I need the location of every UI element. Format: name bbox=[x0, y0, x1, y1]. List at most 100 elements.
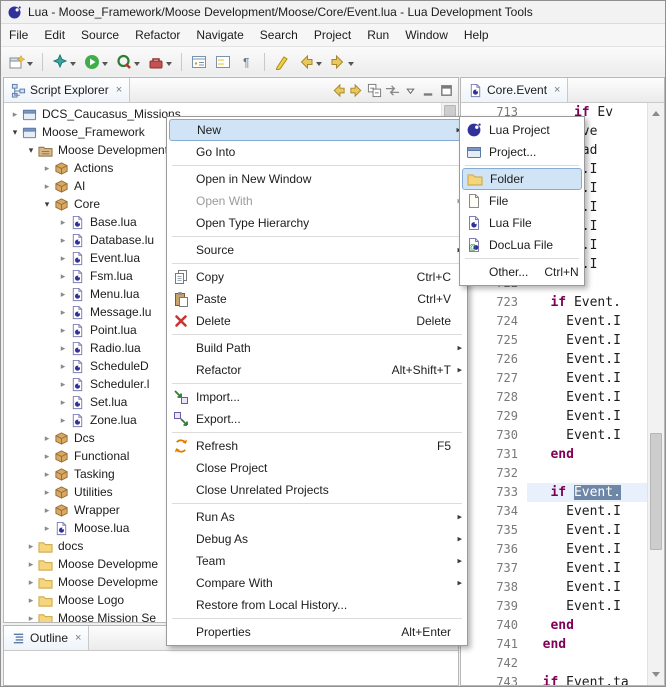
menu-item-compare-with[interactable]: Compare With▸ bbox=[169, 572, 465, 594]
view-menu-button[interactable] bbox=[402, 82, 419, 99]
menu-run[interactable]: Run bbox=[359, 25, 397, 45]
scroll-up-icon[interactable] bbox=[652, 107, 660, 116]
menu-item-go-into[interactable]: Go Into bbox=[169, 141, 465, 163]
expand-arrow-icon[interactable]: ▸ bbox=[40, 469, 54, 480]
menu-item-build-path[interactable]: Build Path▸ bbox=[169, 337, 465, 359]
expand-arrow-icon[interactable]: ▸ bbox=[40, 181, 54, 192]
expand-arrow-icon[interactable]: ▸ bbox=[24, 577, 38, 588]
menu-source[interactable]: Source bbox=[73, 25, 127, 45]
menu-item-open-type-hierarchy[interactable]: Open Type Hierarchy bbox=[169, 212, 465, 234]
expand-arrow-icon[interactable]: ▸ bbox=[40, 433, 54, 444]
expand-arrow-icon[interactable]: ▾ bbox=[8, 127, 22, 138]
expand-arrow-icon[interactable]: ▸ bbox=[24, 559, 38, 570]
tree-item-label: Moose.lua bbox=[74, 521, 129, 535]
scrollbar-thumb[interactable] bbox=[650, 433, 662, 550]
back-arrow-button[interactable] bbox=[330, 82, 347, 99]
menu-search[interactable]: Search bbox=[252, 25, 306, 45]
tab-outline[interactable]: Outline × bbox=[4, 626, 89, 650]
expand-arrow-icon[interactable]: ▸ bbox=[40, 163, 54, 174]
expand-arrow-icon[interactable]: ▸ bbox=[56, 235, 70, 246]
close-icon[interactable]: × bbox=[75, 632, 81, 644]
menu-item-close-project[interactable]: Close Project bbox=[169, 457, 465, 479]
menu-item-export[interactable]: Export... bbox=[169, 408, 465, 430]
expand-arrow-icon[interactable]: ▸ bbox=[56, 271, 70, 282]
menu-item-delete[interactable]: DeleteDelete bbox=[169, 310, 465, 332]
menu-edit[interactable]: Edit bbox=[36, 25, 73, 45]
open-element-button[interactable] bbox=[188, 51, 210, 73]
expand-arrow-icon[interactable]: ▸ bbox=[56, 217, 70, 228]
run-button[interactable] bbox=[81, 51, 111, 73]
menu-item-source[interactable]: Source▸ bbox=[169, 239, 465, 261]
back-button[interactable] bbox=[295, 51, 325, 73]
menu-refactor[interactable]: Refactor bbox=[127, 25, 188, 45]
menu-separator bbox=[172, 236, 462, 237]
menu-item-lua-project[interactable]: Lua Project bbox=[462, 119, 582, 141]
menu-item-run-as[interactable]: Run As▸ bbox=[169, 506, 465, 528]
forward-button[interactable] bbox=[327, 51, 357, 73]
menu-item-new[interactable]: New▸ bbox=[169, 119, 465, 141]
tab-script-explorer[interactable]: Script Explorer × bbox=[4, 78, 130, 102]
scroll-down-icon[interactable] bbox=[652, 672, 660, 681]
expand-arrow-icon[interactable]: ▾ bbox=[40, 199, 54, 210]
menu-item-debug-as[interactable]: Debug As▸ bbox=[169, 528, 465, 550]
menu-help[interactable]: Help bbox=[456, 25, 497, 45]
expand-arrow-icon[interactable]: ▸ bbox=[56, 325, 70, 336]
menu-item-import[interactable]: Import... bbox=[169, 386, 465, 408]
expand-arrow-icon[interactable]: ▸ bbox=[40, 505, 54, 516]
expand-arrow-icon[interactable]: ▸ bbox=[40, 451, 54, 462]
menu-item-open-in-new-window[interactable]: Open in New Window bbox=[169, 168, 465, 190]
menu-file[interactable]: File bbox=[1, 25, 36, 45]
link-with-editor-button[interactable] bbox=[384, 82, 401, 99]
expand-arrow-icon[interactable]: ▸ bbox=[56, 415, 70, 426]
editor-scrollbar[interactable] bbox=[647, 103, 664, 685]
tab-core-event[interactable]: Core.Event × bbox=[461, 78, 568, 102]
menu-item-other[interactable]: Other...Ctrl+N bbox=[462, 261, 582, 283]
close-icon[interactable]: × bbox=[554, 84, 560, 96]
expand-arrow-icon[interactable]: ▸ bbox=[56, 307, 70, 318]
expand-arrow-icon[interactable]: ▸ bbox=[24, 541, 38, 552]
menu-item-folder[interactable]: Folder bbox=[462, 168, 582, 190]
forward-arrow-button[interactable] bbox=[348, 82, 365, 99]
menu-item-team[interactable]: Team▸ bbox=[169, 550, 465, 572]
debug-button[interactable] bbox=[49, 51, 79, 73]
minimize-button[interactable] bbox=[420, 82, 437, 99]
last-edit-location-button[interactable] bbox=[271, 51, 293, 73]
external-tools-button[interactable] bbox=[145, 51, 175, 73]
expand-arrow-icon[interactable]: ▸ bbox=[56, 289, 70, 300]
menu-item-close-unrelated-projects[interactable]: Close Unrelated Projects bbox=[169, 479, 465, 501]
menu-item-properties[interactable]: PropertiesAlt+Enter bbox=[169, 621, 465, 643]
menu-item-doclua-file[interactable]: @DocLua File bbox=[462, 234, 582, 256]
menu-item-file[interactable]: File bbox=[462, 190, 582, 212]
show-whitespace-button[interactable]: ¶ bbox=[236, 51, 258, 73]
menu-item-lua-file[interactable]: Lua File bbox=[462, 212, 582, 234]
menu-item-copy[interactable]: CopyCtrl+C bbox=[169, 266, 465, 288]
expand-arrow-icon[interactable]: ▸ bbox=[24, 613, 38, 623]
title-bar: Lua - Moose_Framework/Moose Development/… bbox=[1, 1, 665, 24]
expand-arrow-icon[interactable]: ▸ bbox=[56, 343, 70, 354]
collapse-all-button[interactable] bbox=[366, 82, 383, 99]
expand-arrow-icon[interactable]: ▸ bbox=[56, 253, 70, 264]
expand-arrow-icon[interactable]: ▸ bbox=[56, 361, 70, 372]
expand-arrow-icon[interactable]: ▸ bbox=[24, 595, 38, 606]
toggle-mark-occurrences-button[interactable] bbox=[212, 51, 234, 73]
close-icon[interactable]: × bbox=[116, 84, 122, 96]
coverage-button[interactable] bbox=[113, 51, 143, 73]
menu-project[interactable]: Project bbox=[306, 25, 359, 45]
expand-arrow-icon[interactable]: ▾ bbox=[24, 145, 38, 156]
expand-arrow-icon[interactable]: ▸ bbox=[56, 397, 70, 408]
submenu-arrow-icon: ▸ bbox=[457, 578, 462, 589]
expand-arrow-icon[interactable]: ▸ bbox=[40, 487, 54, 498]
expand-arrow-icon[interactable]: ▸ bbox=[56, 379, 70, 390]
menu-navigate[interactable]: Navigate bbox=[188, 25, 251, 45]
menu-item-refactor[interactable]: RefactorAlt+Shift+T▸ bbox=[169, 359, 465, 381]
menu-item-project[interactable]: Project... bbox=[462, 141, 582, 163]
menu-item-refresh[interactable]: RefreshF5 bbox=[169, 435, 465, 457]
menu-item-paste[interactable]: PasteCtrl+V bbox=[169, 288, 465, 310]
expand-arrow-icon[interactable]: ▸ bbox=[40, 523, 54, 534]
tree-item-label: Radio.lua bbox=[90, 341, 141, 355]
menu-window[interactable]: Window bbox=[397, 25, 456, 45]
new-wizard-button[interactable] bbox=[6, 51, 36, 73]
expand-arrow-icon[interactable]: ▸ bbox=[8, 109, 22, 120]
menu-item-restore-from-local-history[interactable]: Restore from Local History... bbox=[169, 594, 465, 616]
maximize-button[interactable] bbox=[438, 82, 455, 99]
